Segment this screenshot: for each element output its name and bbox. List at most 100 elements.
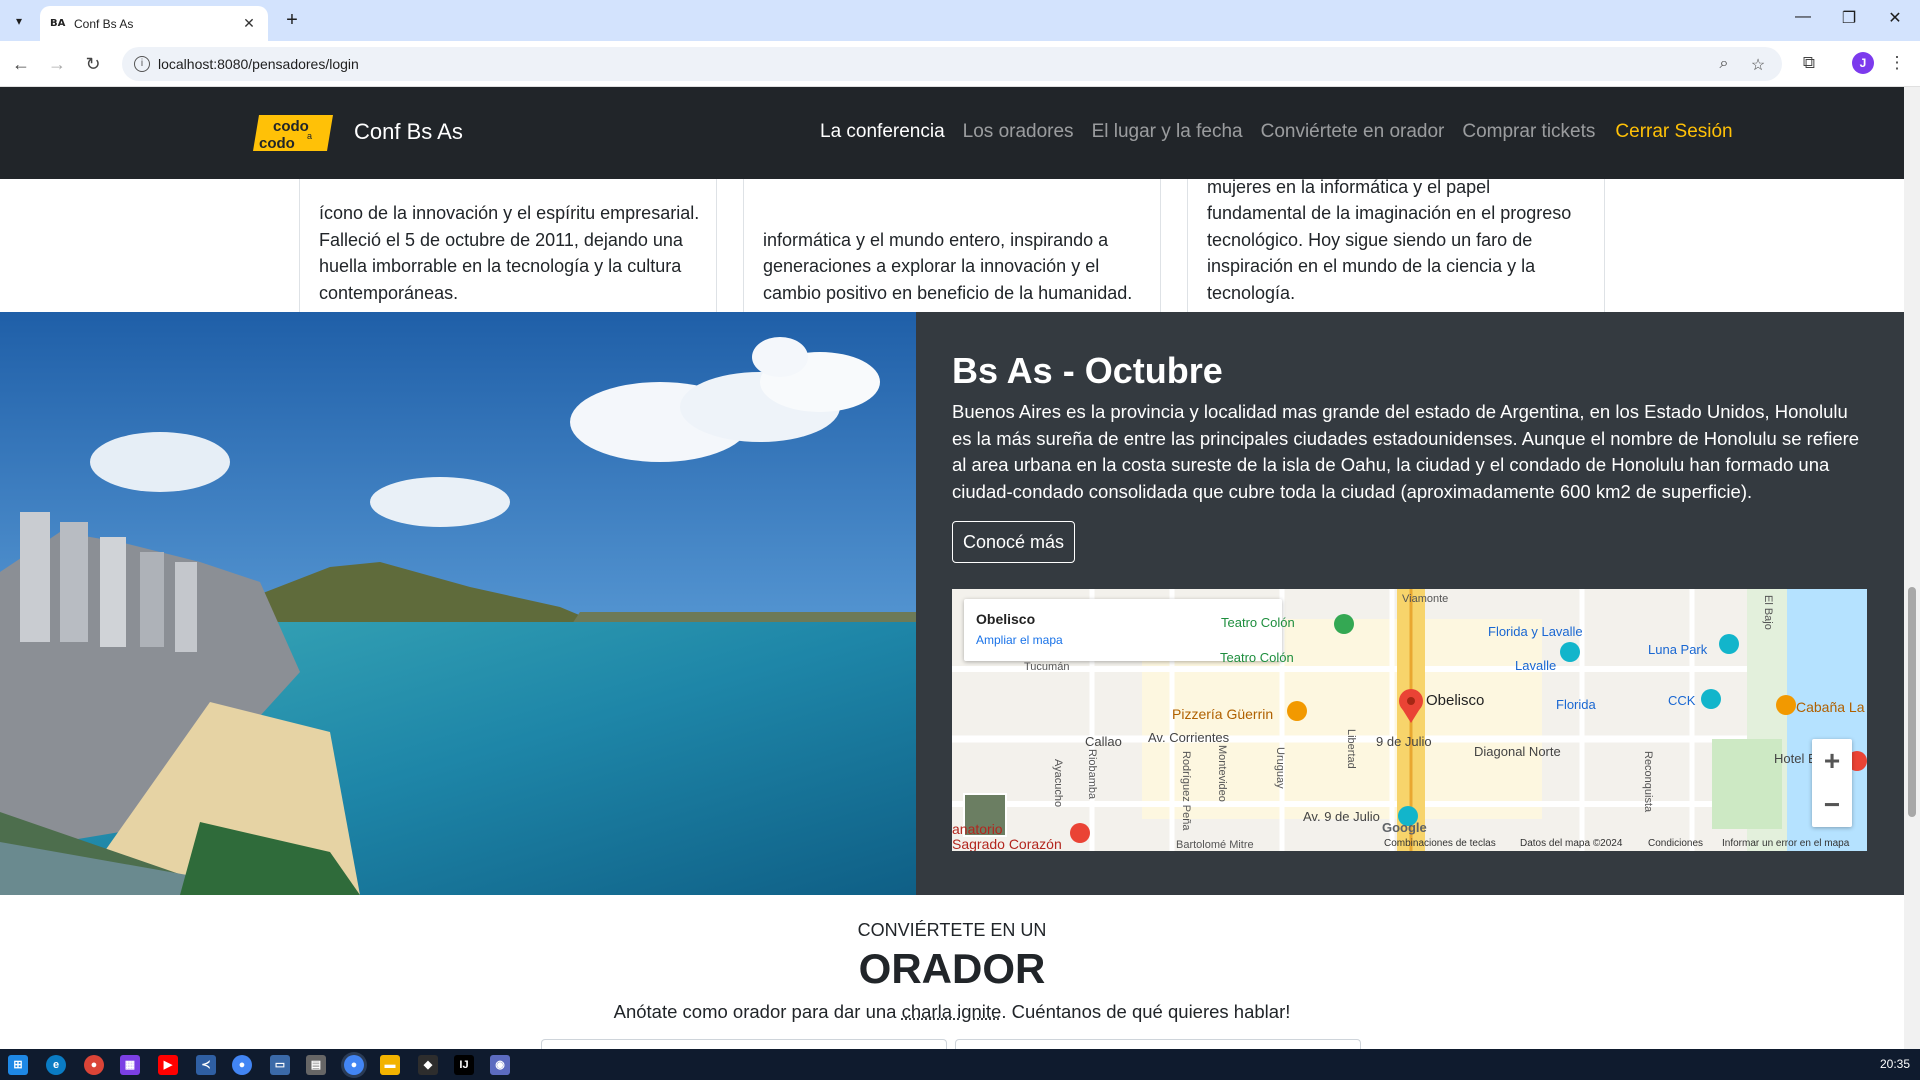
scrollbar-thumb[interactable] xyxy=(1908,587,1916,817)
taskbar-clock: 20:35 xyxy=(1879,1057,1910,1071)
subtitle-text: . Cuéntanos de qué quieres hablar! xyxy=(1001,1001,1291,1022)
windows-taskbar: ⊞ e ● ▦ ▶ ≺ ● ▭ ▤ ● ▬ ◆ IJ ◉ 20:35 xyxy=(0,1049,1920,1080)
orador-title: ORADOR xyxy=(858,945,1046,992)
map-label: Teatro Colón xyxy=(1220,650,1294,665)
orador-kicker: CONVIÉRTETE EN UN xyxy=(857,920,1047,940)
map-data-attribution: Datos del mapa ©2024 xyxy=(1520,838,1623,849)
subtitle-text: Anótate como orador para dar una xyxy=(613,1001,902,1022)
honolulu-beach-image xyxy=(0,312,916,895)
favicon-icon: BA xyxy=(50,18,66,29)
browser-tab[interactable]: BA Conf Bs As ✕ xyxy=(40,6,268,41)
map-terms-link[interactable]: Condiciones xyxy=(1648,838,1703,849)
map-label: Pizzería Güerrin xyxy=(1172,706,1274,722)
map-footer: Combinaciones de teclas Datos del mapa ©… xyxy=(952,835,1867,851)
apps-icon[interactable]: ▦ xyxy=(120,1055,140,1075)
site-navbar: codo codo a Conf Bs As La conferencia Lo… xyxy=(0,87,1904,179)
map-label: Obelisco xyxy=(1426,692,1485,709)
map-expand-link[interactable]: Ampliar el mapa xyxy=(976,633,1063,647)
google-logo: Google xyxy=(1382,820,1427,835)
map-place-name: Obelisco xyxy=(976,611,1036,627)
page-viewport: ícono de la innovación y el espíritu emp… xyxy=(0,87,1904,1049)
location-title: Bs As - Octubre xyxy=(952,350,1223,391)
nav-la-conferencia[interactable]: La conferencia xyxy=(820,121,945,143)
conoce-mas-button[interactable]: Conocé más xyxy=(952,521,1075,563)
back-icon[interactable]: ← xyxy=(10,53,32,75)
extensions-icon[interactable]: ⧉ xyxy=(1798,53,1820,73)
nombre-field[interactable] xyxy=(541,1039,947,1049)
intellij-icon[interactable]: IJ xyxy=(454,1055,474,1075)
url-text[interactable]: localhost:8080/pensadores/login xyxy=(158,56,359,72)
remote-desktop-icon[interactable]: ▭ xyxy=(270,1055,290,1075)
minimize-icon[interactable]: — xyxy=(1780,8,1826,26)
chrome-icon[interactable]: ● xyxy=(84,1055,104,1075)
browser-toolbar: ← → ↻ i localhost:8080/pensadores/login … xyxy=(0,41,1920,87)
file-explorer-icon[interactable]: ▬ xyxy=(380,1055,400,1075)
browser-tab-bar: ▾ BA Conf Bs As ✕ + — ❐ ✕ xyxy=(0,0,1920,41)
windows-start-icon[interactable]: ⊞ xyxy=(8,1055,28,1075)
new-tab-icon[interactable]: + xyxy=(280,9,304,32)
zoom-icon[interactable]: ⌕ xyxy=(1714,55,1734,73)
nav-los-oradores[interactable]: Los oradores xyxy=(963,121,1074,143)
chrome-profile-icon[interactable]: ● xyxy=(232,1055,252,1075)
map-label: Cabaña La xyxy=(1796,699,1865,715)
tab-search-icon[interactable]: ▾ xyxy=(8,10,30,32)
map-label: Av. Corrientes xyxy=(1148,730,1230,745)
card-text: ícono de la innovación y el espíritu emp… xyxy=(319,203,700,303)
zoom-in-button[interactable]: + xyxy=(1812,739,1852,783)
nav-cerrar-sesion[interactable]: Cerrar Sesión xyxy=(1615,121,1732,143)
calculator-icon[interactable]: ▤ xyxy=(306,1055,326,1075)
map-label: Viamonte xyxy=(1402,593,1449,605)
address-bar[interactable]: i localhost:8080/pensadores/login ⌕ ☆ xyxy=(122,47,1782,81)
map-label: Florida xyxy=(1556,697,1596,712)
map-label: Montevideo xyxy=(1216,745,1228,802)
nav-el-lugar[interactable]: El lugar y la fecha xyxy=(1092,121,1243,143)
youtube-icon[interactable]: ▶ xyxy=(158,1055,178,1075)
bookmark-star-icon[interactable]: ☆ xyxy=(1748,55,1768,75)
close-window-icon[interactable]: ✕ xyxy=(1872,8,1918,28)
profile-avatar[interactable]: J xyxy=(1852,52,1874,74)
map-label: 9 de Julio xyxy=(1376,734,1432,749)
map-label: Florida y Lavalle xyxy=(1488,624,1583,639)
map-label: Rodríguez Peña xyxy=(1180,751,1192,831)
map-label: Uruguay xyxy=(1274,747,1286,789)
site-nav-links: La conferencia Los oradores El lugar y l… xyxy=(820,121,1751,143)
card-text: informática y el mundo entero, inspirand… xyxy=(763,229,1133,303)
zoom-out-button[interactable]: − xyxy=(1812,783,1852,827)
apellido-field[interactable] xyxy=(955,1039,1361,1049)
map-label: Libertad xyxy=(1345,729,1357,769)
nav-conviertete-orador[interactable]: Conviértete en orador xyxy=(1261,121,1445,143)
codo-a-codo-logo[interactable]: codo codo a xyxy=(253,113,333,153)
map-label: Ayacucho xyxy=(1052,759,1064,808)
map-label: Av. 9 de Julio xyxy=(1303,809,1380,824)
charla-ignite-abbr[interactable]: charla ignite xyxy=(902,1001,1002,1022)
google-map[interactable]: Obelisco Ampliar el mapa Viamonte Teatro… xyxy=(952,589,1867,851)
reload-icon[interactable]: ↻ xyxy=(82,53,104,75)
site-brand[interactable]: Conf Bs As xyxy=(354,119,463,145)
orador-subtitle: Anótate como orador para dar una charla … xyxy=(0,1001,1904,1023)
map-label: El Bajo xyxy=(1762,595,1774,630)
map-label: Lavalle xyxy=(1515,658,1557,673)
tab-title: Conf Bs As xyxy=(74,16,134,31)
nav-comprar-tickets[interactable]: Comprar tickets xyxy=(1462,121,1595,143)
chrome-active-icon[interactable]: ● xyxy=(344,1055,364,1075)
restore-icon[interactable]: ❐ xyxy=(1826,8,1872,28)
location-section: Bs As - Octubre Buenos Aires es la provi… xyxy=(0,312,1904,895)
map-label: Diagonal Norte xyxy=(1474,744,1561,759)
svg-text:codo: codo xyxy=(273,118,309,135)
map-label: Callao xyxy=(1085,734,1122,749)
map-report-link[interactable]: Informar un error en el mapa xyxy=(1722,838,1849,849)
edge-icon[interactable]: e xyxy=(46,1055,66,1075)
git-icon[interactable]: ◆ xyxy=(418,1055,438,1075)
svg-text:codo: codo xyxy=(259,135,295,152)
vscode-icon[interactable]: ≺ xyxy=(196,1055,216,1075)
menu-kebab-icon[interactable]: ⋮ xyxy=(1886,53,1908,73)
map-shortcuts-link[interactable]: Combinaciones de teclas xyxy=(1384,838,1496,849)
site-info-icon[interactable]: i xyxy=(134,56,150,72)
page-scrollbar[interactable] xyxy=(1904,87,1920,1049)
tab-close-icon[interactable]: ✕ xyxy=(240,15,258,32)
card-text: mujeres en la informática y el papel fun… xyxy=(1207,176,1572,303)
forward-icon[interactable]: → xyxy=(46,53,68,75)
dbeaver-icon[interactable]: ◉ xyxy=(490,1055,510,1075)
map-label: Tucumán xyxy=(1024,661,1070,673)
map-label: Riobamba xyxy=(1086,749,1098,800)
